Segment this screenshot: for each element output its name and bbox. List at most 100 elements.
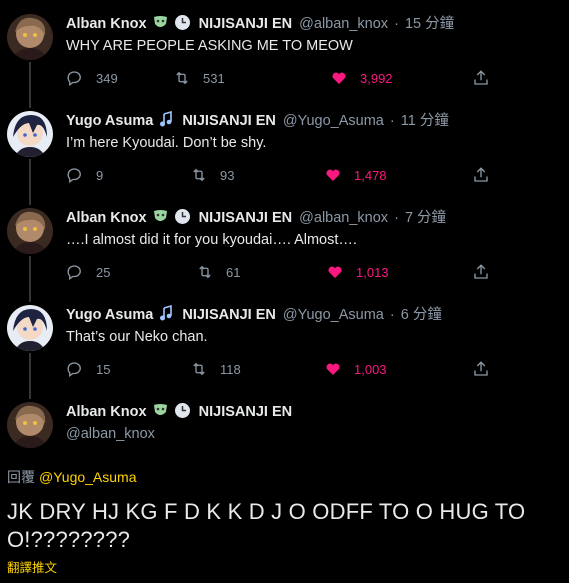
heart-icon: [326, 363, 340, 375]
tweet-header: Alban Knox NIJISANJI EN @alban_knox · 15…: [66, 14, 454, 34]
share-button[interactable]: [472, 68, 490, 88]
replying-to: 回覆 @Yugo_Asuma: [7, 467, 137, 487]
retweet-count: 61: [226, 264, 241, 280]
clock-badge-icon: [174, 14, 191, 37]
reply-count: 9: [96, 167, 104, 183]
reply-button[interactable]: 349: [66, 68, 118, 88]
retweet-button[interactable]: 93: [190, 165, 234, 185]
retweet-button[interactable]: 118: [190, 359, 241, 379]
avatar-alban[interactable]: [7, 402, 53, 448]
like-count: 3,992: [360, 70, 393, 86]
reply-prefix: 回覆: [7, 469, 35, 485]
display-name[interactable]: Alban Knox: [66, 210, 147, 226]
avatar-yugo[interactable]: [7, 111, 53, 157]
share-button[interactable]: [472, 359, 490, 379]
avatar-alban[interactable]: [7, 14, 53, 60]
tweet[interactable]: Yugo Asuma NIJISANJI EN @Yugo_Asuma · 6 …: [0, 304, 569, 391]
reply-button[interactable]: 15: [66, 359, 110, 379]
retweet-count: 118: [220, 361, 241, 377]
reply-icon: [67, 265, 81, 281]
avatar-yugo[interactable]: [7, 305, 53, 351]
share-icon: [474, 167, 488, 182]
tweet-text: I’m here Kyoudai. Don’t be shy.: [66, 135, 267, 151]
retweet-button[interactable]: 61: [196, 262, 240, 282]
user-handle[interactable]: @Yugo_Asuma: [283, 113, 384, 129]
share-icon: [474, 361, 488, 376]
tweet-actions: 15 118 1,003: [66, 359, 496, 379]
main-tweet: Alban Knox NIJISANJI EN @alban_knox: [0, 402, 569, 452]
separator-dot: ·: [394, 16, 399, 32]
reply-count: 15: [96, 361, 111, 377]
like-button[interactable]: 1,003: [324, 359, 387, 379]
tweet-header: Yugo Asuma NIJISANJI EN @Yugo_Asuma · 6 …: [66, 304, 442, 328]
mask-badge-icon: [152, 402, 169, 425]
music-note-badge-icon: [158, 304, 174, 328]
user-handle[interactable]: @alban_knox: [299, 16, 388, 32]
reply-count: 25: [96, 264, 111, 280]
user-handle[interactable]: @alban_knox: [66, 424, 155, 444]
org-name: NIJISANJI EN: [198, 210, 293, 226]
retweet-button[interactable]: 531: [173, 68, 225, 88]
reply-button[interactable]: 25: [66, 262, 110, 282]
timestamp[interactable]: 7 分鐘: [405, 210, 446, 226]
retweet-icon: [193, 168, 205, 182]
tweet[interactable]: Alban Knox NIJISANJI EN @alban_knox · 15…: [0, 14, 569, 100]
separator-dot: ·: [394, 210, 399, 226]
org-name: NIJISANJI EN: [198, 16, 293, 32]
timestamp[interactable]: 15 分鐘: [405, 16, 454, 32]
share-icon: [474, 264, 488, 279]
org-name: NIJISANJI EN: [198, 404, 293, 420]
share-button[interactable]: [472, 165, 490, 185]
timestamp[interactable]: 11 分鐘: [401, 113, 449, 129]
tweet-text: WHY ARE PEOPLE ASKING ME TO MEOW: [66, 38, 353, 54]
separator-dot: ·: [389, 307, 395, 323]
music-note-badge-icon: [158, 110, 174, 134]
tweet-actions: 349 531 3,992: [66, 68, 496, 88]
separator-dot: ·: [389, 113, 395, 129]
like-count: 1,003: [354, 361, 387, 377]
user-handle[interactable]: @Yugo_Asuma: [283, 307, 384, 323]
retweet-icon: [199, 265, 211, 279]
display-name[interactable]: Alban Knox: [66, 404, 147, 420]
avatar-alban[interactable]: [7, 208, 53, 254]
tweet[interactable]: Alban Knox NIJISANJI EN @alban_knox · 7 …: [0, 208, 569, 294]
heart-icon: [328, 266, 342, 278]
display-name[interactable]: Alban Knox: [66, 16, 147, 32]
org-name: NIJISANJI EN: [182, 113, 276, 129]
heart-icon: [332, 72, 346, 84]
tweet-text: That’s our Neko chan.: [66, 329, 208, 345]
like-button[interactable]: 1,478: [324, 165, 387, 185]
retweet-icon: [193, 362, 205, 376]
like-button[interactable]: 3,992: [330, 68, 393, 88]
main-tweet-text: JK DRY HJ KG F D K K D J O ODFF TO O HUG…: [7, 499, 526, 552]
like-button[interactable]: 1,013: [326, 262, 389, 282]
reply-button[interactable]: 9: [66, 165, 103, 185]
tweet[interactable]: Yugo Asuma NIJISANJI EN @Yugo_Asuma · 11…: [0, 110, 569, 197]
clock-badge-icon: [174, 208, 191, 231]
display-name[interactable]: Yugo Asuma: [66, 113, 153, 129]
clock-badge-icon: [174, 402, 191, 425]
tweet-header: Alban Knox NIJISANJI EN: [66, 402, 292, 422]
heart-icon: [326, 169, 340, 181]
mask-badge-icon: [152, 208, 169, 231]
share-button[interactable]: [472, 262, 490, 282]
like-count: 1,013: [356, 264, 389, 280]
user-handle[interactable]: @alban_knox: [299, 210, 388, 226]
display-name[interactable]: Yugo Asuma: [66, 307, 153, 323]
reply-mention-link[interactable]: @Yugo_Asuma: [39, 469, 137, 485]
translate-link[interactable]: 翻譯推文: [7, 557, 57, 576]
tweet-actions: 25 61 1,013: [66, 262, 496, 282]
reply-count: 349: [96, 70, 118, 86]
tweet-header: Yugo Asuma NIJISANJI EN @Yugo_Asuma · 11…: [66, 110, 449, 134]
retweet-count: 531: [203, 70, 225, 86]
tweet-header: Alban Knox NIJISANJI EN @alban_knox · 7 …: [66, 208, 446, 228]
org-name: NIJISANJI EN: [182, 307, 276, 323]
mask-badge-icon: [152, 14, 169, 37]
tweet-actions: 9 93 1,478: [66, 165, 496, 185]
reply-icon: [67, 362, 81, 378]
reply-icon: [67, 168, 81, 184]
retweet-count: 93: [220, 167, 235, 183]
retweet-icon: [176, 71, 188, 85]
timestamp[interactable]: 6 分鐘: [401, 307, 442, 323]
tweet-text: ….I almost did it for you kyoudai…. Almo…: [66, 232, 357, 248]
